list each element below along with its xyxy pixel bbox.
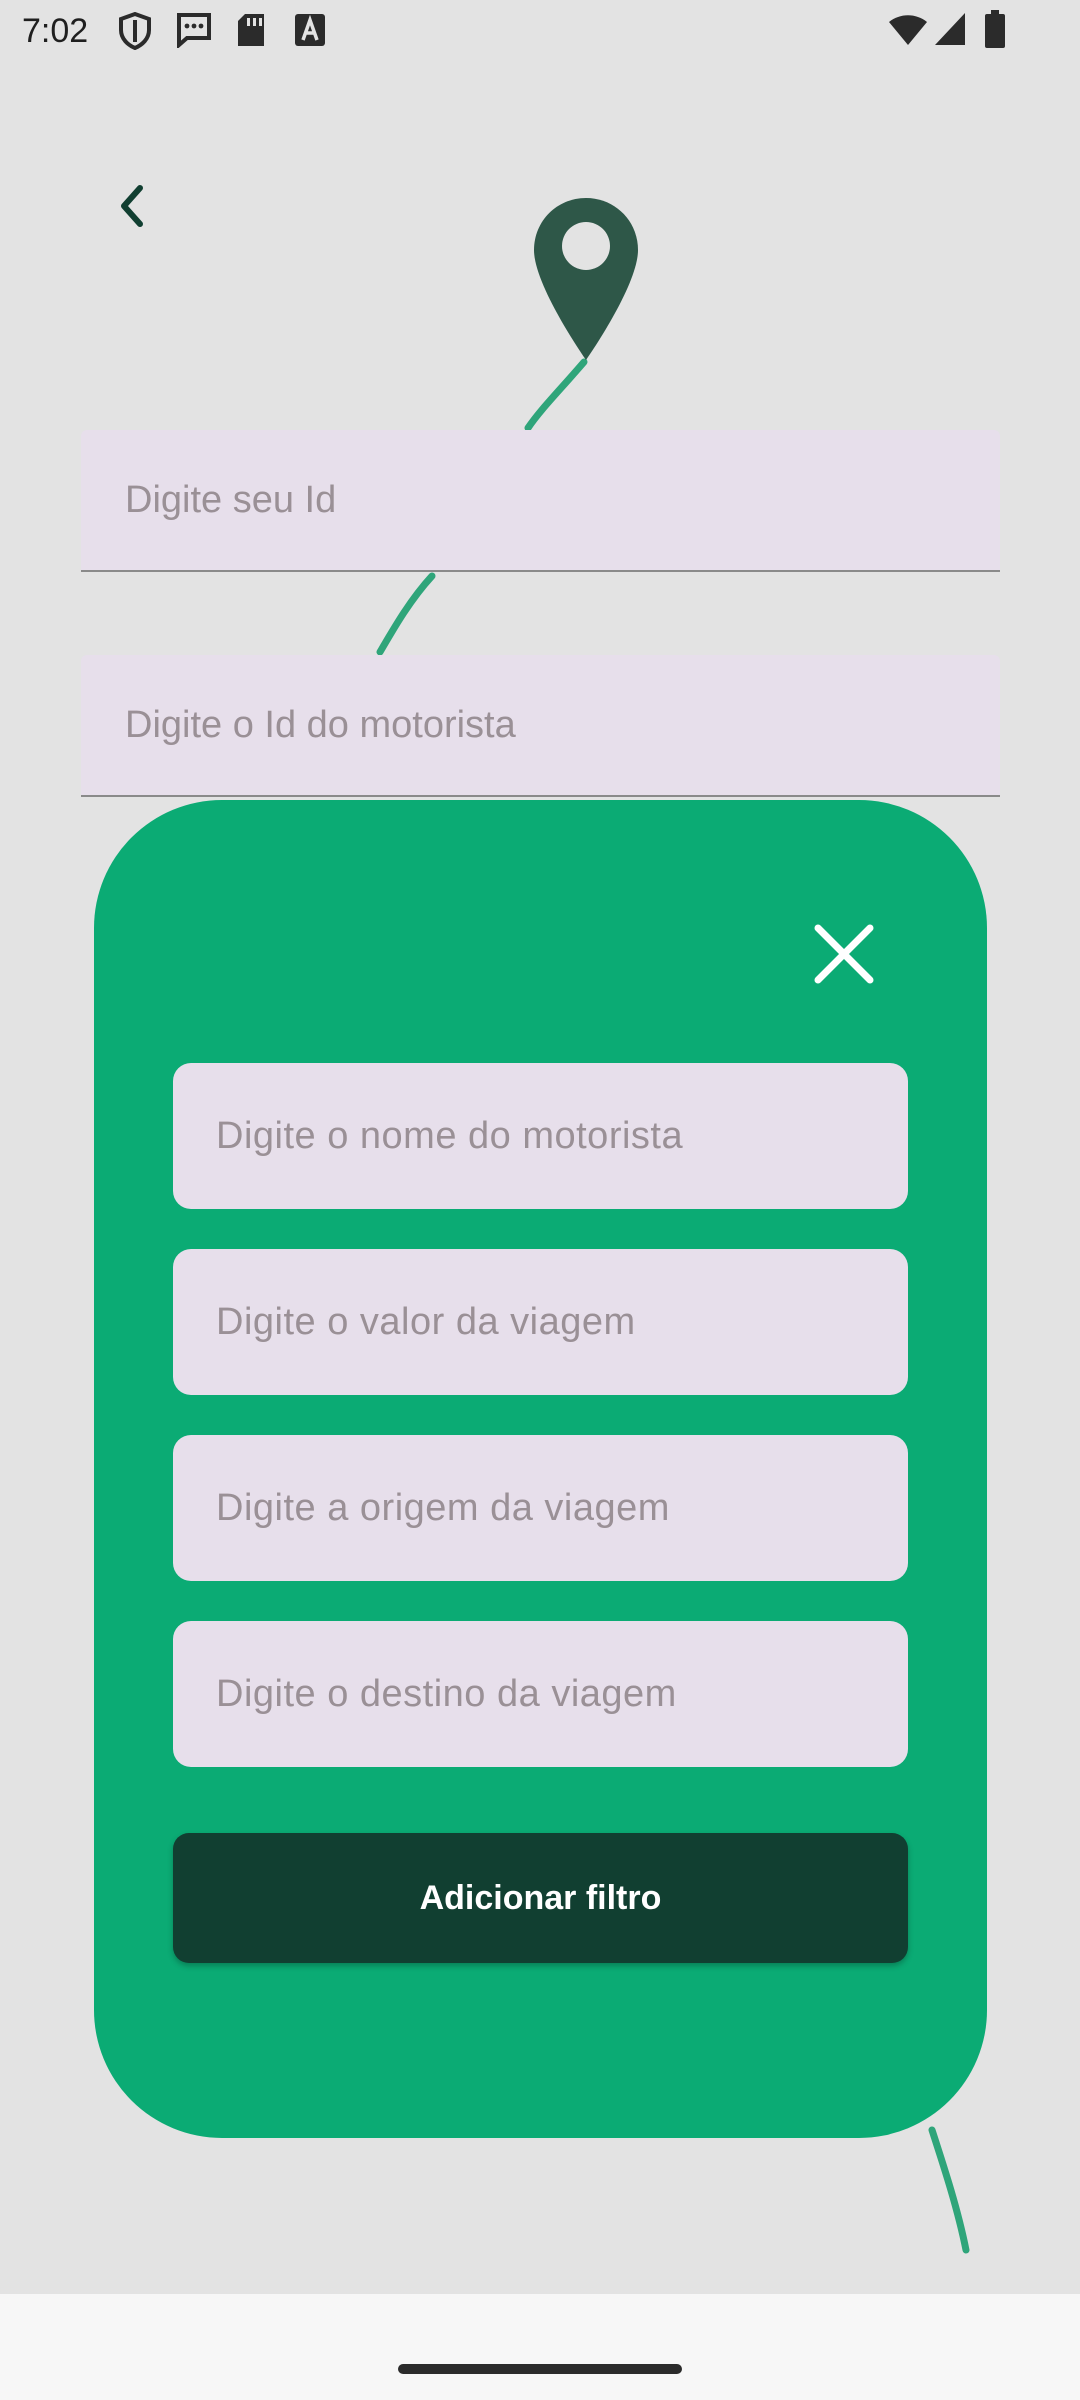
driver-id-field[interactable] <box>81 655 1000 797</box>
user-id-field[interactable] <box>81 430 1000 572</box>
driver-name-input[interactable] <box>173 1063 908 1209</box>
user-id-input[interactable] <box>81 430 1000 570</box>
driver-name-field[interactable] <box>173 1063 908 1209</box>
trip-value-field[interactable] <box>173 1249 908 1395</box>
navigation-bar <box>0 2294 1080 2400</box>
back-chevron-icon[interactable] <box>106 178 162 234</box>
home-indicator[interactable] <box>398 2364 682 2374</box>
location-pin-icon <box>534 198 638 360</box>
trip-origin-input[interactable] <box>173 1435 908 1581</box>
filter-modal: Adicionar filtro <box>94 800 987 2138</box>
close-icon[interactable] <box>804 914 884 994</box>
trip-value-input[interactable] <box>173 1249 908 1395</box>
trip-destination-input[interactable] <box>173 1621 908 1767</box>
add-filter-button[interactable]: Adicionar filtro <box>173 1833 908 1963</box>
driver-id-input[interactable] <box>81 655 1000 795</box>
trip-destination-field[interactable] <box>173 1621 908 1767</box>
trip-origin-field[interactable] <box>173 1435 908 1581</box>
